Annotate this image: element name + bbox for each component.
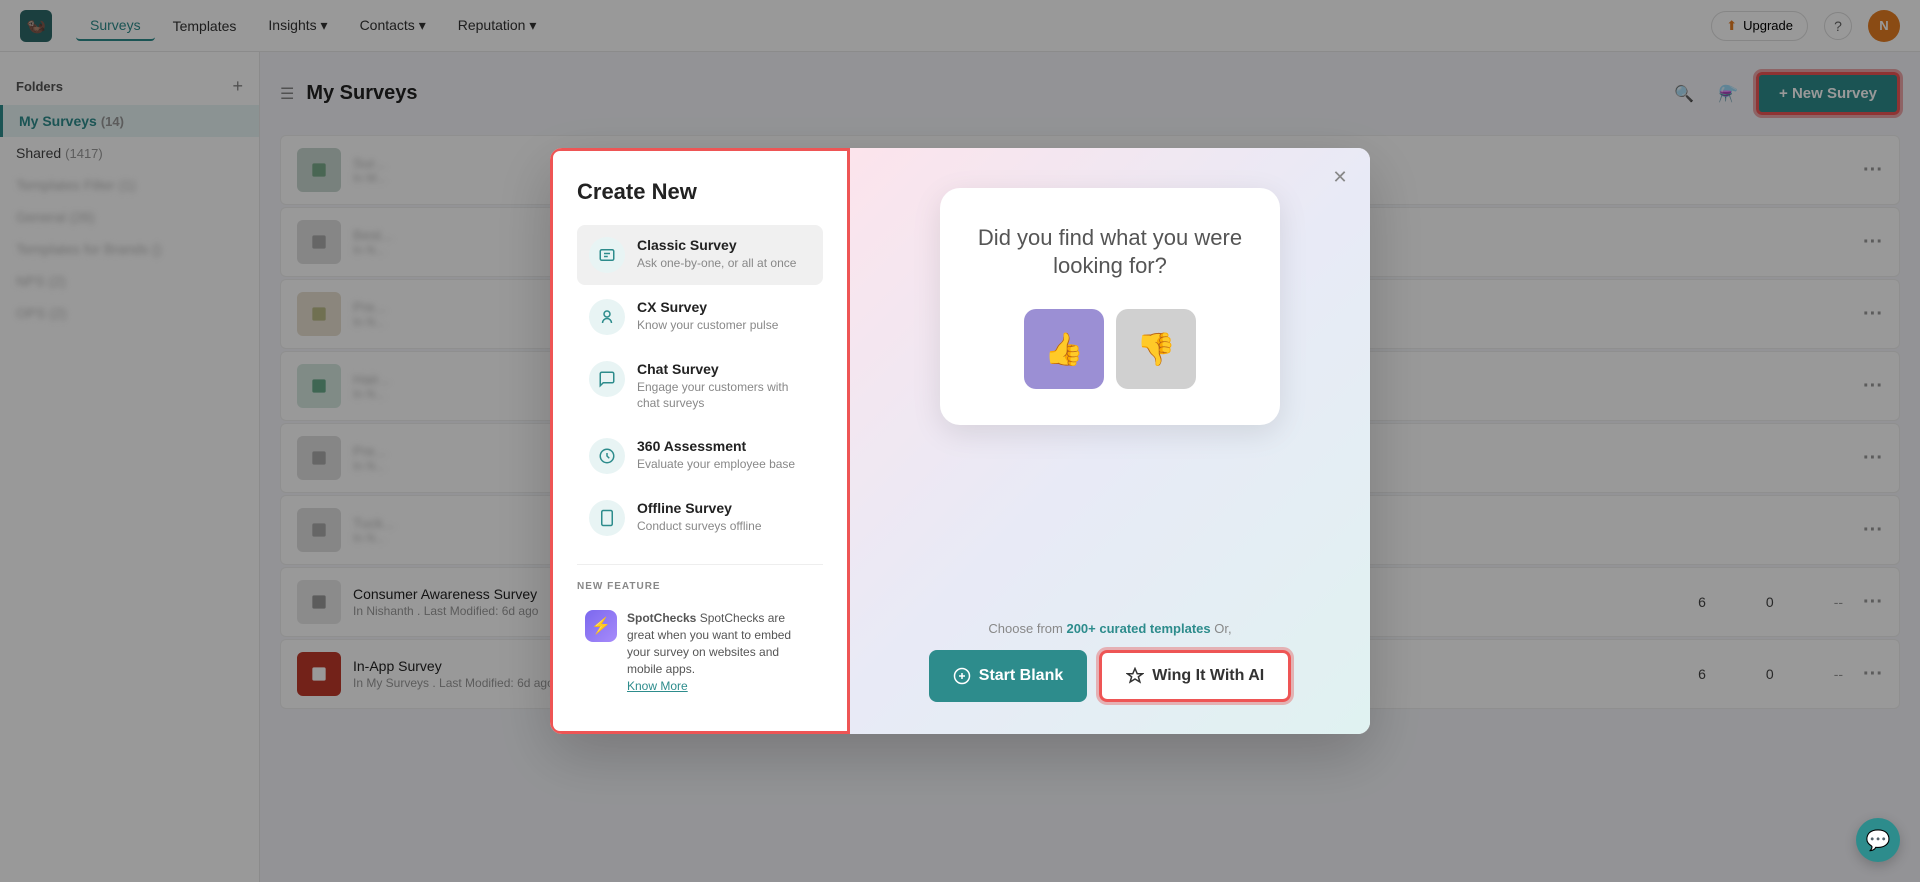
new-feature-badge: NEW FEATURE xyxy=(577,581,823,592)
start-blank-button[interactable]: Start Blank xyxy=(929,650,1087,702)
modal-action-buttons: Start Blank Wing It With AI xyxy=(882,650,1338,702)
modal-right-panel: ✕ Did you find what you were looking for… xyxy=(850,148,1370,735)
spotchecks-description: SpotChecks SpotChecks are great when you… xyxy=(627,610,815,677)
modal-left-panel: Create New Classic Survey Ask one-by-one… xyxy=(550,148,850,735)
option-desc-classic: Ask one-by-one, or all at once xyxy=(637,255,811,272)
option-title-classic: Classic Survey xyxy=(637,237,811,253)
preview-question-text: Did you find what you were looking for? xyxy=(972,224,1248,281)
option-360-assessment[interactable]: 360 Assessment Evaluate your employee ba… xyxy=(577,426,823,486)
360-assessment-icon xyxy=(589,438,625,474)
spotchecks-item: ⚡ SpotChecks SpotChecks are great when y… xyxy=(577,602,823,703)
cx-survey-icon xyxy=(589,299,625,335)
modal-close-button[interactable]: ✕ xyxy=(1326,164,1354,192)
option-classic-survey[interactable]: Classic Survey Ask one-by-one, or all at… xyxy=(577,225,823,285)
know-more-link[interactable]: Know More xyxy=(627,679,688,693)
modal-title: Create New xyxy=(577,179,823,205)
thumb-up-button[interactable]: 👍 xyxy=(1024,309,1104,389)
spotchecks-icon: ⚡ xyxy=(585,610,617,642)
option-offline-survey[interactable]: Offline Survey Conduct surveys offline xyxy=(577,488,823,548)
option-cx-survey[interactable]: CX Survey Know your customer pulse xyxy=(577,287,823,347)
preview-card: Did you find what you were looking for? … xyxy=(940,188,1280,425)
classic-survey-icon xyxy=(589,237,625,273)
chat-bubble-button[interactable]: 💬 xyxy=(1856,818,1900,862)
wing-it-with-ai-button[interactable]: Wing It With AI xyxy=(1099,650,1291,702)
offline-survey-icon xyxy=(589,500,625,536)
preview-buttons: 👍 👎 xyxy=(972,309,1248,389)
option-title-cx: CX Survey xyxy=(637,299,811,315)
option-chat-survey[interactable]: Chat Survey Engage your customers with c… xyxy=(577,349,823,425)
template-choice-text: Choose from 200+ curated templates Or, xyxy=(882,621,1338,636)
option-desc-offline: Conduct surveys offline xyxy=(637,518,811,535)
modal-bottom-section: Choose from 200+ curated templates Or, S… xyxy=(882,621,1338,702)
new-feature-section: NEW FEATURE ⚡ SpotChecks SpotChecks are … xyxy=(577,564,823,703)
option-title-360: 360 Assessment xyxy=(637,438,811,454)
thumb-down-button[interactable]: 👎 xyxy=(1116,309,1196,389)
option-title-offline: Offline Survey xyxy=(637,500,811,516)
create-new-modal: Create New Classic Survey Ask one-by-one… xyxy=(550,148,1370,735)
option-title-chat: Chat Survey xyxy=(637,361,811,377)
chat-survey-icon xyxy=(589,361,625,397)
option-desc-360: Evaluate your employee base xyxy=(637,456,811,473)
option-desc-cx: Know your customer pulse xyxy=(637,317,811,334)
option-desc-chat: Engage your customers with chat surveys xyxy=(637,379,811,413)
modal-overlay: Create New Classic Survey Ask one-by-one… xyxy=(0,0,1920,882)
